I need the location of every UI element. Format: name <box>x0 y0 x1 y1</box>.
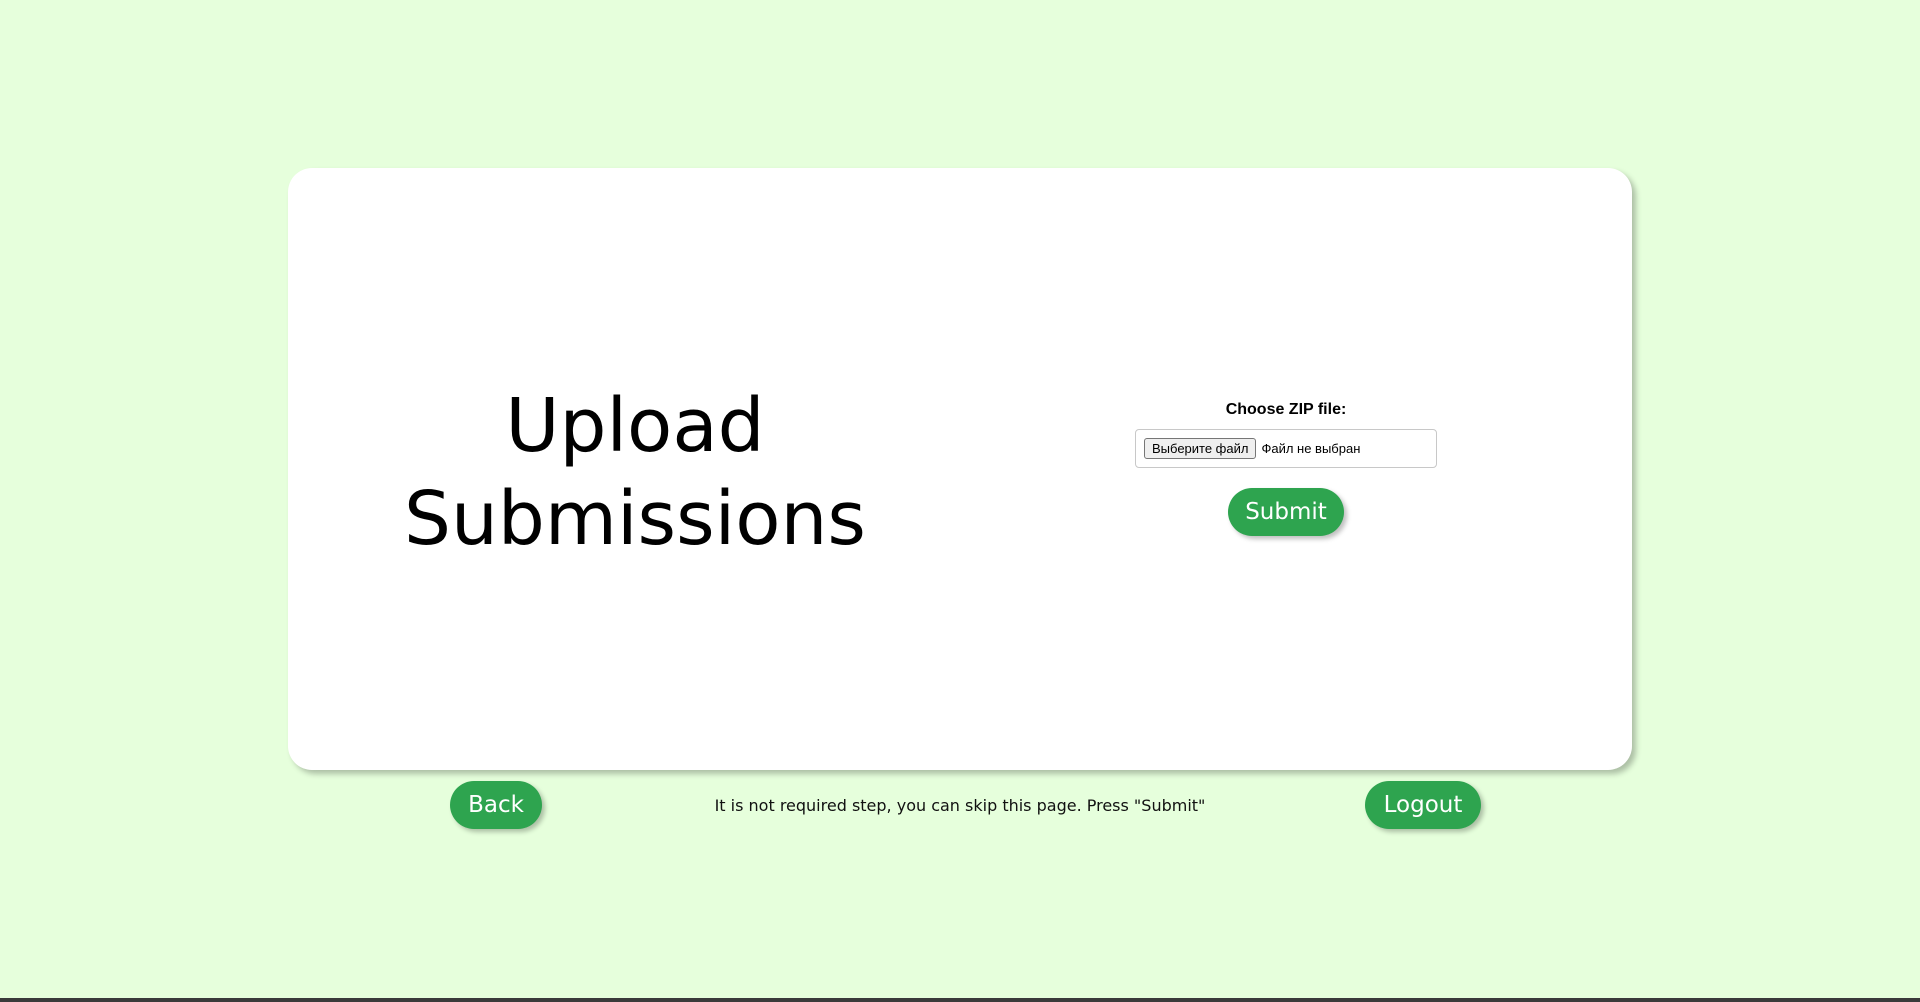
file-status-text: Файл не выбран <box>1261 441 1361 456</box>
back-button[interactable]: Back <box>450 781 542 829</box>
upload-form: Choose ZIP file: Выберите файл Файл не в… <box>1135 398 1437 536</box>
skip-hint-text: It is not required step, you can skip th… <box>714 796 1206 815</box>
page-title: Upload Submissions <box>340 380 930 566</box>
choose-file-button[interactable]: Выберите файл <box>1144 438 1257 459</box>
page-title-line-2: Submissions <box>404 476 866 562</box>
logout-button[interactable]: Logout <box>1365 781 1481 829</box>
file-input[interactable]: Выберите файл Файл не выбран <box>1135 429 1437 468</box>
page-title-line-1: Upload <box>505 383 765 469</box>
submit-button[interactable]: Submit <box>1228 488 1344 536</box>
file-input-label: Choose ZIP file: <box>1225 401 1347 418</box>
bottom-border <box>0 998 1920 1002</box>
